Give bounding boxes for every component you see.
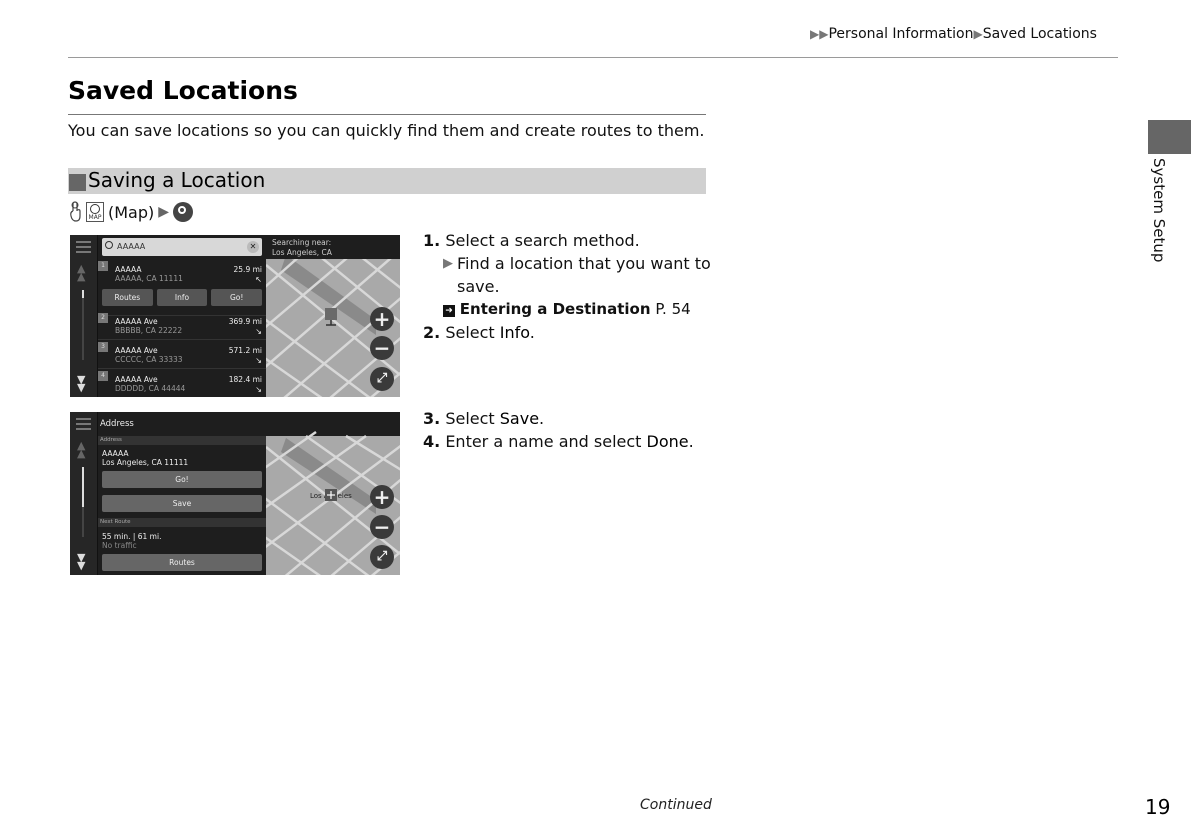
chapter-label: System Setup [1150, 158, 1168, 263]
steps-group-2: 3. Select Save. 4. Enter a name and sele… [423, 407, 713, 453]
direction-arrow-icon: ↘ [255, 356, 262, 365]
list-item[interactable]: 2 AAAAA Ave BBBBB, CA 22222 369.9 mi ↘ [98, 311, 266, 340]
step-2: 2. Select Info. [423, 323, 535, 342]
ui-key-info: Info [499, 323, 530, 342]
fit-map-button[interactable]: ⤢ [370, 367, 394, 391]
section-title: Saving a Location [88, 168, 266, 192]
scrollbar[interactable] [82, 290, 84, 360]
scroll-up-icon[interactable]: ▲ ▲ [77, 440, 85, 459]
search-input[interactable]: AAAAA ✕ [102, 238, 262, 256]
intro-text: You can save locations so you can quickl… [68, 121, 705, 140]
list-item[interactable]: 4 AAAAA Ave DDDDD, CA 44444 182.4 mi ↘ [98, 369, 266, 397]
direction-arrow-icon: ↘ [255, 385, 262, 394]
route-info: 55 min. | 61 mi. [102, 532, 162, 541]
scrollbar-thumb[interactable] [82, 467, 84, 507]
scroll-down-icon[interactable]: ▼ ▼ [77, 374, 85, 393]
step-4: 4. Enter a name and select Done. [423, 432, 694, 451]
search-icon [173, 202, 194, 222]
breadcrumb-item[interactable]: Saved Locations [983, 26, 1097, 42]
list-item[interactable]: 1 AAAAA AAAAA, CA 11111 25.9 mi ↖ Routes… [98, 259, 266, 316]
routes-button[interactable]: Routes [102, 554, 262, 571]
direction-arrow-icon: ↘ [255, 327, 262, 336]
sidebar: ▲ ▲ ▼ ▼ [70, 412, 98, 575]
zoom-out-button[interactable]: − [370, 515, 394, 539]
scroll-up-icon[interactable]: ▲ ▲ [77, 263, 85, 282]
go-button[interactable]: Go! [211, 289, 263, 306]
ui-key-done: Done [646, 432, 689, 451]
chapter-tab[interactable] [1148, 120, 1191, 154]
location-address: Los Angeles, CA 11111 [102, 458, 189, 467]
steps-group-1: 1. Select a search method. ▶ Find a loca… [423, 229, 713, 344]
triangle-right-icon: ▶ [443, 256, 453, 271]
page-title: Saved Locations [68, 76, 298, 105]
sidebar: ▲ ▲ ▼ ▼ [70, 235, 98, 397]
triangle-right-icon: ▶ [158, 204, 170, 220]
screenshot-address-details: ▲ ▲ ▼ ▼ Address Address AAAAA Los Angeles,… [70, 412, 400, 575]
map-button-icon: MAP [86, 202, 104, 222]
list-item[interactable]: 3 AAAAA Ave CCCCC, CA 33333 571.2 mi ↘ [98, 340, 266, 369]
step-1: 1. Select a search method. [423, 231, 640, 250]
ui-key-save: Save [499, 409, 540, 428]
results-list: AAAAA ✕ 1 AAAAA AAAAA, CA 11111 25.9 mi … [98, 235, 266, 397]
menu-icon[interactable] [76, 418, 91, 430]
cross-reference[interactable]: ➜ Entering a Destination P. 54 [423, 298, 713, 321]
screenshot-search-results: ▲ ▲ ▼ ▼ AAAAA ✕ 1 AAAAA AAAAA, CA 11111 25… [70, 235, 400, 397]
section-heading: Saving a Location [68, 168, 706, 194]
breadcrumb: ▶▶Personal Information▶Saved Locations [810, 26, 1097, 42]
zoom-in-button[interactable]: + [370, 307, 394, 331]
info-button[interactable]: Info [156, 289, 208, 306]
location-pin-icon [325, 308, 337, 326]
double-triangle-right-icon: ▶▶ [810, 27, 829, 41]
continued-label: Continued [640, 797, 712, 813]
zoom-out-button[interactable]: − [370, 336, 394, 360]
routes-button[interactable]: Routes [102, 289, 153, 306]
map-label: (Map) [108, 202, 155, 222]
map-view[interactable]: Los Angeles + − ⤢ [266, 412, 400, 575]
go-button[interactable]: Go! [102, 471, 262, 488]
clear-icon[interactable]: ✕ [247, 241, 259, 253]
breadcrumb-item[interactable]: Personal Information [828, 26, 973, 42]
direction-arrow-icon: ↖ [255, 275, 262, 284]
cross-ref-arrow-icon: ➜ [443, 305, 455, 317]
section-label: Next Route [98, 518, 268, 527]
map-view[interactable]: Searching near: Los Angeles, CA + − ⤢ [266, 235, 400, 397]
location-name: AAAAA [102, 449, 129, 458]
section-label: Address [98, 436, 268, 445]
scroll-down-icon[interactable]: ▼ ▼ [77, 552, 85, 571]
page-number: 19 [1145, 795, 1171, 819]
menu-icon[interactable] [76, 241, 91, 253]
screen-title: Address [100, 419, 134, 429]
navigation-path: MAP (Map) ▶ [68, 200, 194, 224]
scrollbar-thumb[interactable] [82, 290, 84, 298]
zoom-in-button[interactable]: + [370, 485, 394, 509]
triangle-right-icon: ▶ [973, 27, 983, 41]
search-icon [105, 241, 113, 249]
step-1-sub: ▶ Find a location that you want to save. [443, 254, 711, 296]
finger-touch-icon [70, 201, 81, 222]
traffic-status: No traffic [102, 541, 137, 550]
map-header: Searching near: Los Angeles, CA [266, 235, 400, 259]
fit-map-button[interactable]: ⤢ [370, 545, 394, 569]
square-bullet-icon [69, 174, 86, 191]
destination-flag-icon [325, 489, 337, 501]
step-3: 3. Select Save. [423, 409, 545, 428]
save-button[interactable]: Save [102, 495, 262, 512]
header-divider [68, 57, 1118, 58]
title-divider [68, 114, 706, 115]
address-panel: Address Address AAAAA Los Angeles, CA 11… [98, 412, 268, 575]
